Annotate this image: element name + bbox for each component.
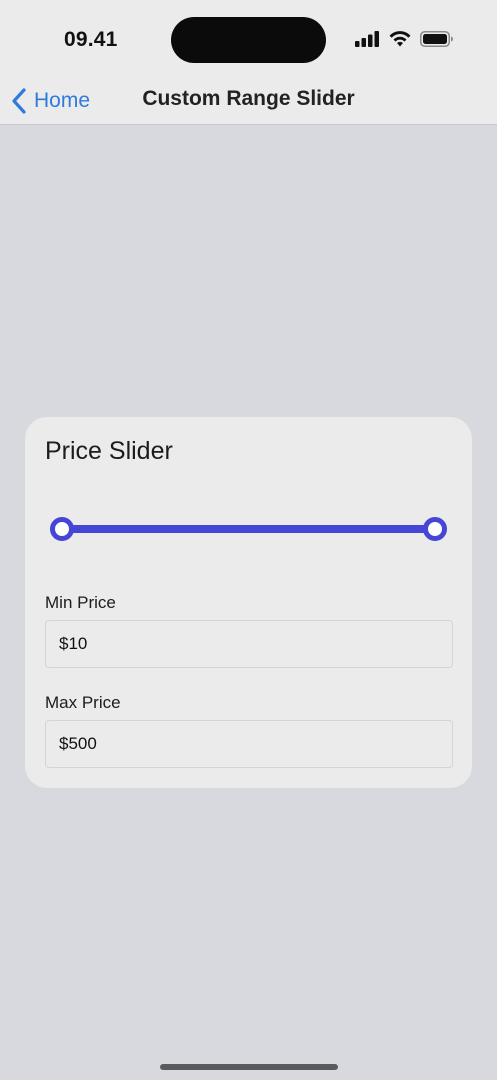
top-bar: 09.41 Home Custom Range Slider [0, 0, 497, 125]
status-time: 09.41 [64, 28, 118, 51]
screen: 09.41 Home Custom Range Slider Price Sli… [0, 0, 497, 1080]
signal-icon [355, 31, 379, 47]
max-price-input[interactable] [45, 720, 453, 768]
range-slider[interactable] [50, 517, 447, 541]
slider-max-thumb[interactable] [423, 517, 447, 541]
dynamic-island [171, 17, 326, 63]
slider-min-thumb[interactable] [50, 517, 74, 541]
battery-icon [420, 31, 453, 47]
price-slider-card: Price Slider Min Price Max Price [25, 417, 472, 788]
card-title: Price Slider [45, 437, 173, 465]
slider-track [62, 525, 435, 533]
max-price-label: Max Price [45, 693, 121, 712]
page-title: Custom Range Slider [142, 87, 355, 110]
home-indicator[interactable] [160, 1064, 338, 1070]
wifi-icon [389, 31, 411, 47]
min-price-input[interactable] [45, 620, 453, 668]
status-icons [355, 30, 455, 50]
min-price-label: Min Price [45, 593, 116, 612]
